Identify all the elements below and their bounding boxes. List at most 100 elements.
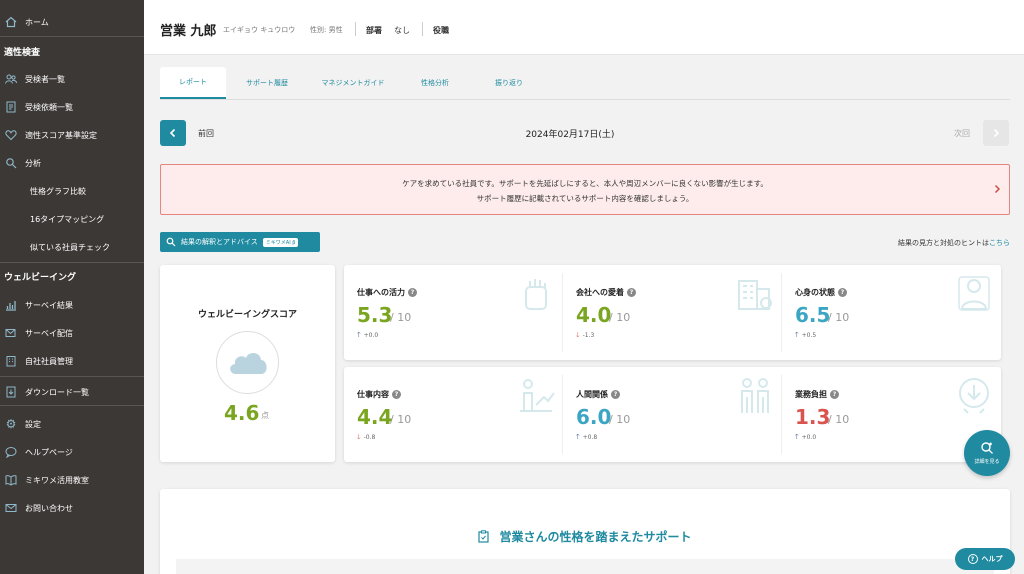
metric-denominator: / 10 bbox=[609, 413, 631, 426]
prev-label[interactable]: 前回 bbox=[198, 128, 214, 139]
wellbeing-unit: 点 bbox=[261, 411, 269, 420]
metric-work-content[interactable]: 仕事内容? 4.4/ 10 🡓 -0.8 bbox=[344, 367, 562, 462]
tab-personality[interactable]: 性格分析 bbox=[405, 67, 465, 99]
metric-mind-body[interactable]: 心身の状態? 6.5/ 10 🡑 +0.5 bbox=[782, 265, 1000, 360]
sidebar-item-home[interactable]: ホーム bbox=[0, 11, 144, 33]
sidebar-item-personality-compare[interactable]: 性格グラフ比較 bbox=[0, 180, 144, 202]
tab-support-history[interactable]: サポート履歴 bbox=[232, 67, 302, 99]
next-label[interactable]: 次回 bbox=[954, 128, 970, 139]
help-icon[interactable]: ? bbox=[627, 288, 636, 297]
metric-denominator: / 10 bbox=[828, 311, 850, 324]
stress-icon bbox=[959, 378, 989, 414]
building-icon bbox=[4, 354, 18, 368]
hint-label: 結果の見方と対処のヒントは bbox=[898, 239, 989, 247]
people-icon bbox=[741, 378, 769, 413]
sidebar-item-label: 受検者一覧 bbox=[25, 74, 65, 84]
metric-delta: 🡑 +0.0 bbox=[357, 331, 378, 342]
metric-delta-value: +0.0 bbox=[363, 332, 379, 339]
metric-label-text: 人間関係 bbox=[576, 390, 608, 399]
arrow-up-icon: 🡑 bbox=[795, 331, 799, 339]
next-button[interactable] bbox=[983, 120, 1009, 146]
prev-button[interactable] bbox=[160, 120, 186, 146]
divider bbox=[0, 376, 144, 377]
sidebar-item-label: 適性スコア基準設定 bbox=[25, 130, 97, 140]
sidebar-item-label: サーベイ配信 bbox=[25, 328, 73, 338]
sidebar-item-score-settings[interactable]: 適性スコア基準設定 bbox=[0, 124, 144, 146]
sidebar-item-label: 性格グラフ比較 bbox=[30, 186, 86, 196]
arrow-down-icon: 🡓 bbox=[576, 331, 580, 339]
divider bbox=[0, 262, 144, 263]
metric-label: 心身の状態? bbox=[795, 287, 847, 298]
metric-work-vitality[interactable]: 仕事への活力? 5.3/ 10 🡑 +0.0 bbox=[344, 265, 562, 360]
metric-delta-value: -1.3 bbox=[582, 332, 595, 339]
chevron-right-icon bbox=[995, 185, 1000, 193]
metric-delta-value: +0.8 bbox=[582, 434, 598, 441]
sidebar-item-requests[interactable]: 受検依頼一覧 bbox=[0, 96, 144, 118]
cloud-icon bbox=[216, 331, 279, 394]
tab-review[interactable]: 振り返り bbox=[478, 67, 540, 99]
chevron-right-icon bbox=[993, 128, 1000, 138]
sidebar-item-label: 分析 bbox=[25, 158, 41, 168]
sidebar-item-label: 自社社員管理 bbox=[25, 356, 73, 366]
metric-delta-value: +0.0 bbox=[801, 434, 817, 441]
help-icon[interactable]: ? bbox=[838, 288, 847, 297]
gear-icon: ⚙ bbox=[5, 417, 17, 431]
metrics-row-1: 仕事への活力? 5.3/ 10 🡑 +0.0 会社への愛着? 4.0/ 10 🡓 -1.3 … bbox=[344, 265, 1001, 360]
advice-button[interactable]: 結果の解釈とアドバイス ミキワメAI β bbox=[160, 232, 320, 252]
alert-line-2: サポート履歴に記載されているサポート内容を確認しましょう。 bbox=[476, 194, 694, 203]
sidebar-item-label: ホーム bbox=[25, 17, 49, 27]
metric-delta: 🡑 +0.5 bbox=[795, 331, 816, 342]
mail-send-icon bbox=[4, 326, 18, 340]
sidebar-item-examinees[interactable]: 受検者一覧 bbox=[0, 68, 144, 90]
sidebar-item-label: 設定 bbox=[25, 419, 41, 429]
sidebar-item-label: ダウンロード一覧 bbox=[25, 387, 89, 397]
tab-report[interactable]: レポート bbox=[160, 67, 226, 99]
person-icon bbox=[958, 276, 990, 311]
sidebar-item-classroom[interactable]: ミキワメ活用教室 bbox=[0, 469, 144, 491]
help-icon[interactable]: ? bbox=[611, 390, 620, 399]
details-button[interactable]: 詳細を見る bbox=[964, 430, 1010, 476]
support-content bbox=[176, 559, 994, 574]
sidebar-item-downloads[interactable]: ダウンロード一覧 bbox=[0, 381, 144, 403]
employee-name: 営業 九郎 bbox=[160, 24, 217, 39]
arrow-down-icon: 🡓 bbox=[357, 433, 361, 441]
sidebar-item-similar-check[interactable]: 似ている社員チェック bbox=[0, 236, 144, 258]
sidebar-item-settings[interactable]: ⚙ 設定 bbox=[0, 413, 144, 435]
metric-label-text: 会社への愛着 bbox=[576, 288, 624, 297]
sidebar-item-employee-mgmt[interactable]: 自社社員管理 bbox=[0, 350, 144, 372]
search-icon bbox=[166, 237, 176, 247]
help-label: ヘルプ bbox=[981, 555, 1003, 563]
metric-label-text: 仕事内容 bbox=[357, 390, 389, 399]
metric-relationships[interactable]: 人間関係? 6.0/ 10 🡑 +0.8 bbox=[563, 367, 781, 462]
sidebar-item-survey-delivery[interactable]: サーベイ配信 bbox=[0, 322, 144, 344]
sidebar-item-analysis[interactable]: 分析 bbox=[0, 152, 144, 174]
metric-denominator: / 10 bbox=[828, 413, 850, 426]
header: 営業 九郎 エイギョウ キュウロウ 性別: 男性 部署 なし 役職 bbox=[144, 0, 1024, 55]
metric-value: 5.3 bbox=[357, 303, 393, 327]
care-alert[interactable]: ケアを求めている社員です。サポートを先延ばしにすると、本人や周辺メンバーに良くな… bbox=[160, 164, 1010, 215]
sidebar-item-label: ヘルプページ bbox=[25, 447, 73, 457]
hint-link[interactable]: こちら bbox=[989, 239, 1010, 247]
advice-button-label: 結果の解釈とアドバイス bbox=[181, 238, 258, 246]
help-icon[interactable]: ? bbox=[408, 288, 417, 297]
sidebar-item-label: サーベイ結果 bbox=[25, 300, 73, 310]
sidebar-item-label: 16タイプマッピング bbox=[30, 214, 105, 224]
tab-management-guide[interactable]: マネジメントガイド bbox=[308, 67, 398, 99]
sidebar-item-survey-results[interactable]: サーベイ結果 bbox=[0, 294, 144, 316]
metric-value: 1.3 bbox=[795, 405, 831, 429]
wellbeing-title: ウェルビーイングスコア bbox=[197, 310, 297, 320]
metric-denominator: / 10 bbox=[390, 311, 412, 324]
help-button[interactable]: ? ヘルプ bbox=[955, 548, 1015, 570]
help-icon[interactable]: ? bbox=[830, 390, 839, 399]
envelope-icon bbox=[4, 501, 18, 515]
sidebar-item-type-mapping[interactable]: 16タイプマッピング bbox=[0, 208, 144, 230]
department-value: なし bbox=[394, 26, 410, 35]
heart-icon bbox=[4, 128, 18, 142]
metric-company-attachment[interactable]: 会社への愛着? 4.0/ 10 🡓 -1.3 bbox=[563, 265, 781, 360]
help-icon[interactable]: ? bbox=[392, 390, 401, 399]
divider bbox=[0, 36, 144, 37]
wellbeing-score: 4.6 bbox=[224, 401, 260, 425]
sidebar-item-contact[interactable]: お問い合わせ bbox=[0, 497, 144, 519]
metric-delta: 🡑 +0.8 bbox=[576, 433, 597, 444]
sidebar-item-help-page[interactable]: ヘルプページ bbox=[0, 441, 144, 463]
